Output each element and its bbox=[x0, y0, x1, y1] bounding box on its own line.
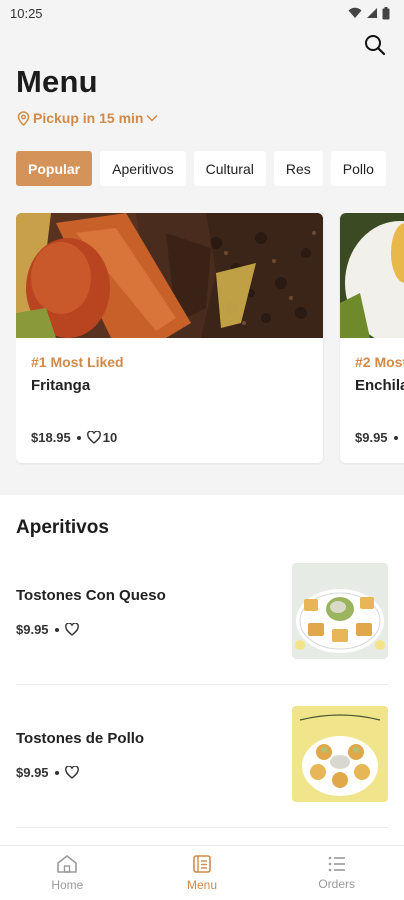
category-chips: Popular Aperitivos Cultural Res Pollo bbox=[16, 151, 386, 186]
list-item[interactable]: Tostones de Pollo $9.95 bbox=[16, 706, 388, 806]
separator-dot bbox=[54, 627, 59, 632]
pickup-label: Pickup in 15 min bbox=[33, 110, 144, 126]
orders-list-icon bbox=[328, 856, 345, 872]
card-meta: $18.95 10 bbox=[31, 430, 117, 445]
heart-icon[interactable] bbox=[64, 623, 79, 636]
bottom-navigation: Home Menu Orders bbox=[0, 845, 404, 900]
menu-book-icon bbox=[193, 855, 211, 873]
fritanga-image bbox=[16, 213, 323, 338]
item-meta: $9.95 bbox=[16, 622, 79, 637]
chip-res[interactable]: Res bbox=[273, 151, 323, 186]
divider bbox=[16, 827, 388, 828]
item-name: Tostones de Pollo bbox=[16, 730, 145, 747]
item-name: Tostones Con Queso bbox=[16, 587, 166, 604]
enchiladas-image bbox=[340, 213, 404, 338]
nav-orders-label: Orders bbox=[318, 877, 356, 891]
tostones-de-pollo-image bbox=[292, 706, 388, 802]
heart-icon[interactable] bbox=[64, 766, 79, 779]
card-rank: #1 Most Liked bbox=[31, 354, 124, 370]
status-time: 10:25 bbox=[10, 5, 43, 21]
wifi-icon bbox=[348, 7, 362, 18]
pickup-time-selector[interactable]: Pickup in 15 min bbox=[17, 110, 159, 126]
page-title: Menu bbox=[16, 64, 98, 99]
featured-carousel[interactable]: #1 Most Liked Fritanga $18.95 10 #2 Most… bbox=[16, 213, 404, 465]
featured-card-fritanga[interactable]: #1 Most Liked Fritanga $18.95 10 bbox=[16, 213, 323, 463]
nav-home-label: Home bbox=[51, 878, 84, 892]
card-meta: $9.95 bbox=[355, 430, 398, 445]
chip-popular[interactable]: Popular bbox=[16, 151, 93, 186]
aperitivos-section: Aperitivos Tostones Con Queso $9.95 Tost… bbox=[0, 495, 404, 845]
status-bar: 10:25 bbox=[0, 0, 404, 26]
item-meta: $9.95 bbox=[16, 765, 79, 780]
status-icons bbox=[348, 6, 390, 20]
card-title: Enchiladas bbox=[355, 377, 404, 394]
heart-icon bbox=[86, 431, 101, 444]
location-pin-icon bbox=[17, 110, 30, 126]
section-title: Aperitivos bbox=[16, 517, 109, 538]
list-item[interactable]: Tostones Con Queso $9.95 bbox=[16, 563, 388, 663]
separator-dot bbox=[393, 435, 398, 440]
item-price: $9.95 bbox=[16, 622, 49, 637]
chip-aperitivos[interactable]: Aperitivos bbox=[100, 151, 186, 186]
chevron-down-icon bbox=[146, 114, 159, 122]
nav-menu-label: Menu bbox=[186, 878, 218, 892]
search-icon bbox=[365, 35, 386, 56]
battery-icon bbox=[382, 6, 390, 19]
nav-orders[interactable]: Orders bbox=[269, 846, 404, 900]
chip-cultural[interactable]: Cultural bbox=[193, 151, 266, 186]
nav-menu[interactable]: Menu bbox=[135, 846, 270, 900]
separator-dot bbox=[54, 770, 59, 775]
featured-card-enchiladas[interactable]: #2 Most Liked Enchiladas $9.95 bbox=[340, 213, 404, 463]
chip-pollo[interactable]: Pollo bbox=[330, 151, 386, 186]
divider bbox=[16, 684, 388, 685]
separator-dot bbox=[76, 435, 81, 440]
item-price: $9.95 bbox=[16, 765, 49, 780]
home-icon bbox=[57, 855, 78, 873]
search-button[interactable] bbox=[362, 32, 388, 58]
card-price: $9.95 bbox=[355, 430, 388, 445]
tostones-con-queso-image bbox=[292, 563, 388, 659]
card-price: $18.95 bbox=[31, 430, 71, 445]
card-rank: #2 Most Liked bbox=[355, 354, 404, 370]
card-title: Fritanga bbox=[31, 377, 91, 394]
like-count: 10 bbox=[102, 430, 118, 445]
signal-icon bbox=[367, 8, 377, 18]
like-button[interactable]: 10 bbox=[86, 430, 118, 445]
nav-home[interactable]: Home bbox=[0, 846, 135, 900]
